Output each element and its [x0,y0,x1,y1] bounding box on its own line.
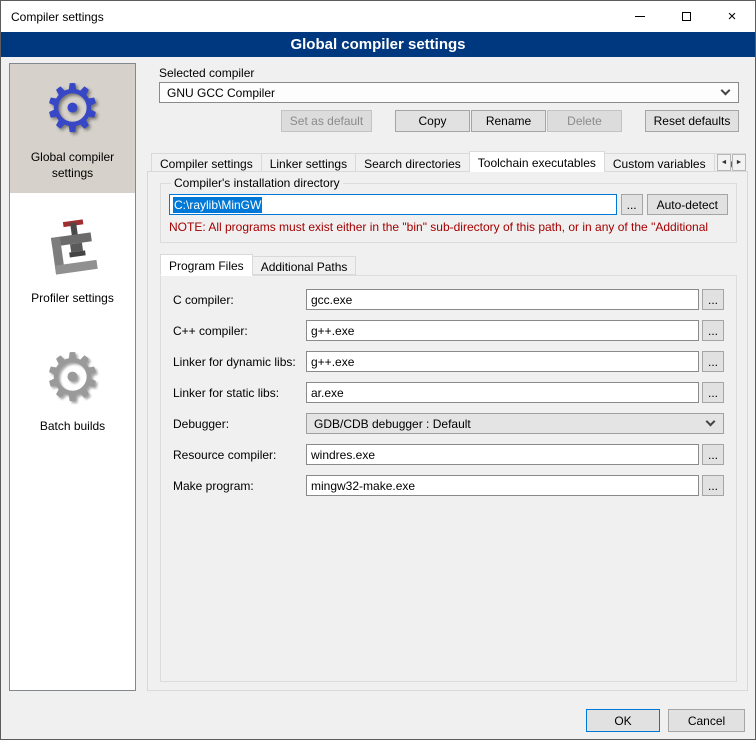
dialog-body: ⚙ Global compiler settings Profiler set [1,57,755,739]
chevron-down-icon [706,417,716,427]
c-compiler-input[interactable] [306,289,699,310]
browse-make-program-button[interactable]: ... [702,475,724,496]
tab-search-directories[interactable]: Search directories [355,153,470,172]
field-row: Resource compiler: ... [173,444,724,465]
c-compiler-label: C compiler: [173,293,306,307]
blue-gear-icon: ⚙ [43,76,102,142]
field-control: ... [306,475,724,496]
maximize-button[interactable] [663,1,709,32]
tab-scroll-left-button[interactable]: ◄ [717,154,731,171]
browse-dynamic-linker-button[interactable]: ... [702,351,724,372]
window-title: Compiler settings [1,10,104,24]
copy-button[interactable]: Copy [395,110,470,132]
installation-directory-value: C:\raylib\MinGW [173,197,262,213]
field-control: ... [306,320,724,341]
main-panel: Selected compiler GNU GCC Compiler Set a… [146,63,749,700]
sidebar-item-label: Batch builds [40,419,105,435]
tab-toolchain-executables[interactable]: Toolchain executables [469,151,605,172]
browse-directory-button[interactable]: ... [621,194,643,215]
subtab-additional-paths[interactable]: Additional Paths [252,256,357,275]
make-program-label: Make program: [173,479,306,493]
toolchain-executables-panel: Compiler's installation directory C:\ray… [147,171,748,691]
sidebar-item-label: Profiler settings [31,291,114,307]
sidebar-item-label: Global compiler settings [13,150,132,181]
rename-button[interactable]: Rename [471,110,546,132]
set-as-default-button[interactable]: Set as default [281,110,372,132]
browse-static-linker-button[interactable]: ... [702,382,724,403]
tab-compiler-settings[interactable]: Compiler settings [151,153,262,172]
chevron-down-icon [721,86,731,96]
reset-defaults-button[interactable]: Reset defaults [645,110,739,132]
program-files-panel: C compiler: ... C++ compiler: ... [160,275,737,682]
installation-directory-label: Compiler's installation directory [171,176,343,190]
ok-button[interactable]: OK [586,709,660,732]
debugger-dropdown[interactable]: GDB/CDB debugger : Default [306,413,724,434]
field-control: ... [306,351,724,372]
browse-resource-compiler-button[interactable]: ... [702,444,724,465]
program-files-tabstrip: Program Files Additional Paths [160,253,747,275]
tab-linker-settings[interactable]: Linker settings [261,153,356,172]
close-button[interactable]: × [709,1,755,32]
field-control: GDB/CDB debugger : Default [306,413,724,434]
selected-compiler-label: Selected compiler [159,66,254,80]
static-linker-input[interactable] [306,382,699,403]
field-row: Make program: ... [173,475,724,496]
debugger-label: Debugger: [173,417,306,431]
note-text: NOTE: All programs must exist either in … [169,220,728,234]
field-row: Linker for static libs: ... [173,382,724,403]
cpp-compiler-label: C++ compiler: [173,324,306,338]
installation-directory-input[interactable]: C:\raylib\MinGW [169,194,617,215]
caption-buttons: × [617,1,755,32]
settings-category-list: ⚙ Global compiler settings Profiler set [9,63,136,691]
titlebar[interactable]: Compiler settings × [1,1,755,32]
dynamic-linker-label: Linker for dynamic libs: [173,355,306,369]
minimize-button[interactable] [617,1,663,32]
field-control: ... [306,289,724,310]
field-control: ... [306,382,724,403]
installation-directory-row: C:\raylib\MinGW ... Auto-detect [169,194,728,215]
close-icon: × [728,9,737,24]
browse-cpp-compiler-button[interactable]: ... [702,320,724,341]
field-row: Debugger: GDB/CDB debugger : Default [173,413,724,434]
cpp-compiler-input[interactable] [306,320,699,341]
tab-scroll-buttons: ◄ ► [716,154,746,171]
compiler-settings-window: Compiler settings × Global compiler sett… [0,0,756,740]
auto-detect-button[interactable]: Auto-detect [647,194,728,215]
sidebar-item-global-compiler-settings[interactable]: ⚙ Global compiler settings [10,64,135,193]
field-row: Linker for dynamic libs: ... [173,351,724,372]
field-control: ... [306,444,724,465]
settings-tabstrip: Compiler settings Linker settings Search… [151,150,746,172]
cancel-button[interactable]: Cancel [668,709,745,732]
field-row: C++ compiler: ... [173,320,724,341]
maximize-icon [682,12,691,21]
tab-custom-variables[interactable]: Custom variables [604,153,715,172]
installation-directory-group: Compiler's installation directory C:\ray… [160,176,737,243]
selected-compiler-dropdown[interactable]: GNU GCC Compiler [159,82,739,103]
tab-scroll-right-button[interactable]: ► [732,154,746,171]
dynamic-linker-input[interactable] [306,351,699,372]
subtab-program-files[interactable]: Program Files [160,254,253,276]
debugger-value: GDB/CDB debugger : Default [314,417,471,431]
make-program-input[interactable] [306,475,699,496]
selected-compiler-value: GNU GCC Compiler [167,86,275,100]
sidebar-item-batch-builds[interactable]: ⚙ Batch builds [10,333,135,447]
static-linker-label: Linker for static libs: [173,386,306,400]
gray-gear-icon: ⚙ [43,345,102,411]
minimize-icon [635,16,645,17]
sidebar-item-profiler-settings[interactable]: Profiler settings [10,207,135,319]
resource-compiler-label: Resource compiler: [173,448,306,462]
field-row: C compiler: ... [173,289,724,310]
browse-c-compiler-button[interactable]: ... [702,289,724,310]
dialog-banner: Global compiler settings [1,32,755,57]
resource-compiler-input[interactable] [306,444,699,465]
delete-button[interactable]: Delete [547,110,622,132]
clamp-icon [43,219,103,283]
